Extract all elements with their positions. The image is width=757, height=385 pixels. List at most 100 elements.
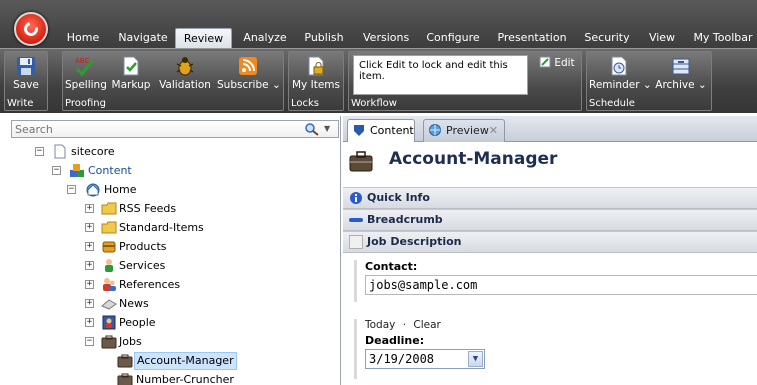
validation-button[interactable]: Validation (159, 52, 211, 98)
clear-link[interactable]: Clear (413, 319, 440, 331)
collapse-toggle-icon[interactable]: − (67, 185, 76, 194)
rss-feed-icon (239, 57, 257, 75)
save-button[interactable]: Save (7, 52, 45, 98)
chevron-down-icon[interactable]: ▼ (468, 351, 483, 367)
section-label: Quick Info (367, 191, 430, 204)
tab-view[interactable]: View (647, 28, 677, 48)
group-workflow: Click Edit to lock and edit this item. E… (348, 51, 582, 111)
tab-presentation[interactable]: Presentation (497, 28, 567, 48)
page-title: Account-Manager (389, 149, 558, 169)
tree-node-label: News (119, 297, 149, 310)
group-write: Save Write (4, 51, 48, 111)
tab-analyze[interactable]: Analyze (243, 28, 287, 48)
tree-node-label: Standard-Items (119, 221, 204, 234)
ribbon: Home Navigate Review Analyze Publish Ver… (0, 0, 757, 113)
tree-node-label: RSS Feeds (119, 202, 177, 215)
reminder-button[interactable]: Reminder ⌄ (589, 52, 652, 98)
field-contact: Contact: jobs@sample.com (354, 260, 757, 302)
my-items-button[interactable]: My Items (291, 52, 341, 98)
references-people-icon (103, 278, 116, 291)
sitecore-start-orb[interactable] (14, 12, 48, 46)
tree-node-label: Jobs (119, 335, 142, 348)
search-options-dropdown-icon[interactable]: ▼ (324, 122, 334, 136)
expand-toggle-icon[interactable]: + (85, 204, 94, 213)
tab-content[interactable]: Content (347, 119, 415, 142)
edit-pencil-icon (539, 56, 551, 68)
validation-label: Validation (159, 79, 211, 91)
folder-icon (101, 202, 117, 215)
bug-icon (176, 57, 194, 76)
tab-versions[interactable]: Versions (363, 28, 409, 48)
archive-label: Archive (655, 79, 695, 91)
svg-text:ABC: ABC (75, 57, 89, 65)
group-schedule: Reminder ⌄ Archive ⌄ Schedule (586, 51, 712, 111)
chevron-down-icon: ⌄ (642, 79, 652, 91)
reminder-label: Reminder (589, 79, 640, 91)
section-label: Job Description (367, 235, 462, 248)
tree-node-label: Account-Manager (134, 352, 237, 370)
deadline-label: Deadline: (365, 334, 425, 347)
collapse-toggle-icon[interactable]: − (85, 337, 94, 346)
expand-toggle-icon[interactable]: + (85, 261, 94, 270)
contact-input[interactable]: jobs@sample.com (365, 275, 757, 295)
ribbon-tabs: Home Navigate Review Analyze Publish Ver… (60, 28, 757, 48)
spelling-button[interactable]: ABC Spelling (65, 52, 107, 98)
content-shield-icon (354, 125, 364, 136)
tree-node-label: People (119, 316, 156, 329)
archive-icon (672, 58, 690, 75)
group-locks: My Items Locks (288, 51, 344, 111)
tab-navigate[interactable]: Navigate (118, 28, 168, 48)
group-write-label: Write (7, 98, 34, 109)
folder-icon (101, 221, 117, 234)
search-icon[interactable] (304, 122, 320, 136)
tab-publish[interactable]: Publish (303, 28, 345, 48)
tree-node-label: sitecore (71, 145, 115, 158)
expand-toggle-icon[interactable]: + (85, 242, 94, 251)
expand-toggle-icon[interactable]: + (85, 299, 94, 308)
tab-security[interactable]: Security (583, 28, 631, 48)
subscribe-button[interactable]: Subscribe ⌄ (217, 52, 281, 98)
tab-review[interactable]: Review (175, 28, 232, 48)
edit-button[interactable]: Edit (539, 56, 575, 69)
expand-toggle-icon[interactable]: + (85, 223, 94, 232)
markup-button[interactable]: Markup (111, 52, 151, 98)
group-locks-label: Locks (291, 98, 320, 109)
my-items-label: My Items (292, 79, 340, 91)
expand-toggle-icon[interactable]: + (85, 280, 94, 289)
products-box-icon (102, 241, 116, 253)
collapse-toggle-icon[interactable]: − (35, 147, 44, 156)
briefcase-icon (117, 373, 133, 385)
services-person-icon (105, 259, 113, 272)
tab-home[interactable]: Home (66, 28, 100, 48)
section-label: Breadcrumb (367, 213, 443, 226)
archive-button[interactable]: Archive ⌄ (653, 52, 709, 98)
chevron-down-icon: ⌄ (271, 79, 281, 91)
deadline-date-picker[interactable]: 3/19/2008 ▼ (365, 349, 485, 369)
tab-content-label: Content (370, 124, 414, 137)
news-paper-icon (101, 299, 117, 310)
tree-node-label: Services (119, 259, 166, 272)
content-tree-pane: ▼ − sitecore − Content − Home + (0, 116, 341, 385)
group-schedule-label: Schedule (589, 98, 635, 109)
section-job-description[interactable]: Job Description (343, 231, 757, 253)
deadline-value: 3/19/2008 (369, 352, 435, 366)
group-proofing: ABC Spelling Markup Validation Subscribe… (62, 51, 284, 111)
spelling-label: Spelling (65, 79, 107, 91)
tree-node-label: Home (104, 183, 137, 196)
tab-my-toolbar[interactable]: My Toolbar (693, 28, 753, 48)
today-link[interactable]: Today (365, 319, 395, 331)
field-deadline: Today · Clear Deadline: 3/19/2008 ▼ (354, 319, 757, 379)
editor-tabs: Content Preview ✕ (343, 116, 757, 142)
search-input[interactable] (15, 122, 295, 136)
section-breadcrumb[interactable]: Breadcrumb (343, 209, 757, 231)
date-actions: Today · Clear (365, 319, 757, 331)
tab-configure[interactable]: Configure (426, 28, 480, 48)
workflow-message: Click Edit to lock and edit this item. (353, 55, 528, 95)
tab-preview[interactable]: Preview ✕ (423, 119, 505, 142)
close-tab-icon[interactable]: ✕ (489, 120, 498, 141)
expand-toggle-icon[interactable]: + (85, 318, 94, 327)
save-label: Save (13, 79, 39, 91)
group-workflow-label: Workflow (351, 98, 397, 109)
section-quick-info[interactable]: Quick Info (343, 187, 757, 209)
collapse-toggle-icon[interactable]: − (52, 166, 61, 175)
